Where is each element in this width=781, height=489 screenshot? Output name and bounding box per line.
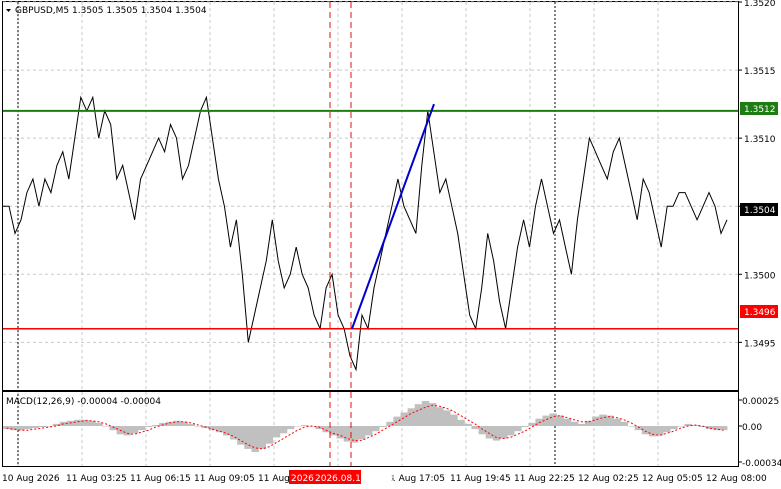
macd-bar [145, 426, 153, 427]
x-tick-label: 1 Aug 17:05 [390, 474, 445, 484]
macd-bar [443, 410, 451, 426]
macd-bar [464, 423, 472, 426]
macd-bar [521, 426, 529, 427]
macd-bar [329, 426, 337, 436]
macd-bar [577, 423, 586, 426]
x-tick-label: 11 Aug 22:25 [514, 474, 575, 484]
macd-bar [237, 426, 245, 445]
macd-bar [123, 426, 132, 436]
macd-bar [379, 426, 387, 427]
macd-bar [407, 408, 416, 426]
macd-bar [279, 426, 288, 434]
macd-bar [436, 407, 444, 426]
chart-header: GBPUSD,M5 1.3505 1.3505 1.3504 1.3504 [15, 6, 207, 16]
macd-bar [570, 421, 579, 426]
y-tick-label: 1.3510 [744, 135, 776, 145]
crosshair-time-label: 2026.08.11 15:35 [315, 474, 395, 484]
macd-bar [74, 419, 82, 426]
macd-bar [272, 426, 281, 438]
y-tick-label: 1.3520 [744, 0, 776, 9]
macd-bar [286, 426, 295, 430]
macd-bar [24, 426, 32, 430]
macd-bar [507, 426, 515, 436]
macd-bar [648, 426, 657, 437]
macd-bar [357, 426, 366, 440]
crosshair-time-partial: 2026 [291, 474, 314, 484]
x-tick-label: 11 Aug 06:15 [130, 474, 191, 484]
macd-bar [492, 426, 501, 441]
macd-bar [556, 415, 565, 426]
macd-tick-label: -0.00034 [742, 459, 781, 469]
macd-bar [343, 426, 352, 442]
macd-bar [450, 414, 458, 426]
x-tick-label: 11 Aug 19:45 [450, 474, 511, 484]
macd-bar [663, 426, 671, 433]
y-tick-label: 1.3515 [744, 67, 776, 77]
macd-bar [478, 426, 487, 435]
macd-bar [130, 426, 139, 434]
macd-bar [301, 425, 309, 426]
macd-bar [613, 418, 621, 426]
macd-bar [549, 413, 557, 426]
macd-bar [457, 419, 465, 426]
x-tick-label: 12 Aug 02:25 [578, 474, 639, 484]
macd-bar [627, 426, 636, 427]
macd-bar [336, 426, 345, 439]
macd-bar [719, 426, 728, 431]
macd-bar [38, 426, 46, 427]
macd-bar [528, 422, 536, 426]
x-tick-label: 11 Aug 09:05 [194, 474, 255, 484]
macd-bar [393, 416, 401, 426]
macd-bar [599, 414, 607, 426]
x-tick-label: 12 Aug 05:05 [642, 474, 703, 484]
macd-bar [95, 422, 103, 426]
macd-bar [265, 426, 274, 444]
macd-bar [421, 401, 430, 426]
macd-bar [137, 426, 146, 431]
macd-bar [620, 421, 628, 426]
x-tick-label: 11 Aug 03:25 [66, 474, 127, 484]
price-axis: 1.35201.35151.35101.35051.35001.3495 [738, 0, 776, 349]
macd-tick-label: 0.00 [742, 423, 762, 433]
x-tick-label: 11 Aug [258, 474, 290, 484]
macd-bar [514, 426, 522, 432]
main-panel-frame [2, 1, 739, 391]
price-chart[interactable]: GBPUSD,M5 1.3505 1.3505 1.3504 1.3504 MA… [0, 0, 781, 489]
macd-bar [215, 426, 224, 433]
macd-bar [31, 426, 39, 429]
macd-bar [592, 416, 600, 426]
macd-bar [563, 418, 572, 426]
x-tick-label: 12 Aug 08:00 [706, 474, 767, 484]
macd-bar [400, 412, 408, 426]
macd-bar [66, 420, 75, 426]
macd-bar [10, 426, 18, 431]
support-price-label: 1.3496 [744, 308, 776, 318]
macd-bar [365, 426, 373, 436]
macd-bar [670, 426, 678, 430]
macd-bar [677, 426, 685, 427]
y-tick-label: 1.3495 [744, 339, 776, 349]
macd-bar [428, 403, 437, 426]
resistance-price-label: 1.3512 [744, 105, 776, 115]
y-tick-label: 1.3500 [744, 271, 776, 281]
macd-bar [102, 426, 110, 427]
x-tick-label: 10 Aug 2026 [2, 474, 60, 484]
macd-bar [372, 426, 380, 432]
macd-bar [656, 426, 664, 436]
macd-bar [258, 426, 266, 449]
macd-bar [17, 426, 25, 431]
macd-axis: 0.00025 0.00 -0.00034 [738, 397, 781, 469]
macd-tick-label: 0.00025 [742, 397, 779, 407]
macd-bar [414, 404, 423, 426]
macd-bar [294, 426, 302, 427]
macd-bar [244, 426, 252, 449]
macd-header: MACD(12,26,9) -0.00004 -0.00004 [6, 397, 161, 407]
macd-bar [485, 426, 494, 439]
macd-bar [499, 426, 508, 439]
current-price-label: 1.3504 [744, 206, 776, 216]
